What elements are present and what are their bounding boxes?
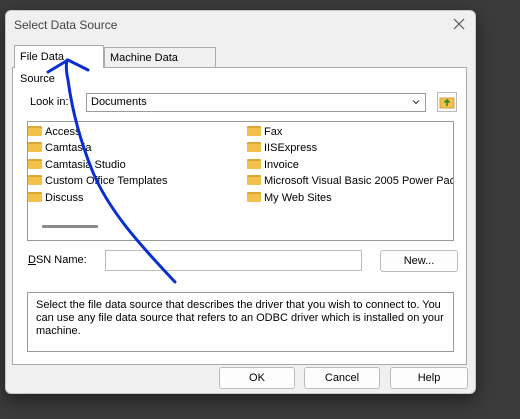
- new-button[interactable]: New...: [380, 250, 458, 272]
- list-item[interactable]: My Web Sites: [247, 191, 332, 206]
- select-data-source-dialog: Select Data Source File Data Source Mach…: [5, 10, 476, 394]
- look-in-value: Documents: [91, 96, 147, 108]
- up-one-level-button[interactable]: [437, 92, 457, 112]
- description-box: Select the file data source that describ…: [27, 292, 454, 352]
- folder-icon: [28, 126, 42, 136]
- tab-machine-data-source[interactable]: Machine Data Source: [104, 47, 216, 84]
- folder-icon: [28, 192, 42, 202]
- folder-up-icon: [439, 97, 455, 109]
- look-in-label: Look in:: [30, 96, 69, 108]
- dsn-name-label-rest: SN Name:: [35, 254, 87, 266]
- close-icon[interactable]: [451, 16, 467, 32]
- new-button-label: New...: [403, 255, 435, 267]
- folder-icon: [247, 159, 261, 169]
- file-list[interactable]: Access Camtasia Camtasia Studio Custom O…: [27, 121, 454, 241]
- chevron-down-icon: [412, 100, 420, 105]
- file-data-source-panel: Look in: Documents Access Camtasia Camta…: [12, 67, 467, 365]
- list-item[interactable]: IISExpress: [247, 141, 317, 156]
- dialog-title: Select Data Source: [14, 18, 118, 32]
- folder-icon: [28, 175, 42, 185]
- list-item[interactable]: Microsoft Visual Basic 2005 Power Packs: [247, 174, 453, 189]
- folder-icon: [247, 142, 261, 152]
- ok-button[interactable]: OK: [219, 367, 295, 389]
- list-item[interactable]: Custom Office Templates: [28, 174, 167, 189]
- list-item[interactable]: Invoice: [247, 158, 299, 173]
- list-item[interactable]: Access: [28, 125, 80, 140]
- folder-icon: [247, 192, 261, 202]
- folder-icon: [247, 126, 261, 136]
- look-in-dropdown[interactable]: Documents: [86, 93, 426, 112]
- dsn-name-input[interactable]: [105, 250, 362, 271]
- dsn-name-label: DSN Name:: [28, 254, 87, 266]
- folder-icon: [28, 142, 42, 152]
- folder-icon: [28, 159, 42, 169]
- help-button[interactable]: Help: [390, 367, 468, 389]
- list-item[interactable]: Discuss: [28, 191, 84, 206]
- description-text: Select the file data source that describ…: [36, 299, 444, 337]
- list-item[interactable]: Fax: [247, 125, 282, 140]
- list-item[interactable]: Camtasia: [28, 141, 91, 156]
- cancel-button[interactable]: Cancel: [304, 367, 380, 389]
- horizontal-scrollbar[interactable]: [42, 225, 98, 228]
- title-bar: Select Data Source: [6, 11, 475, 39]
- list-item[interactable]: Camtasia Studio: [28, 158, 126, 173]
- tab-file-data-source[interactable]: File Data Source: [14, 45, 104, 85]
- folder-icon: [247, 175, 261, 185]
